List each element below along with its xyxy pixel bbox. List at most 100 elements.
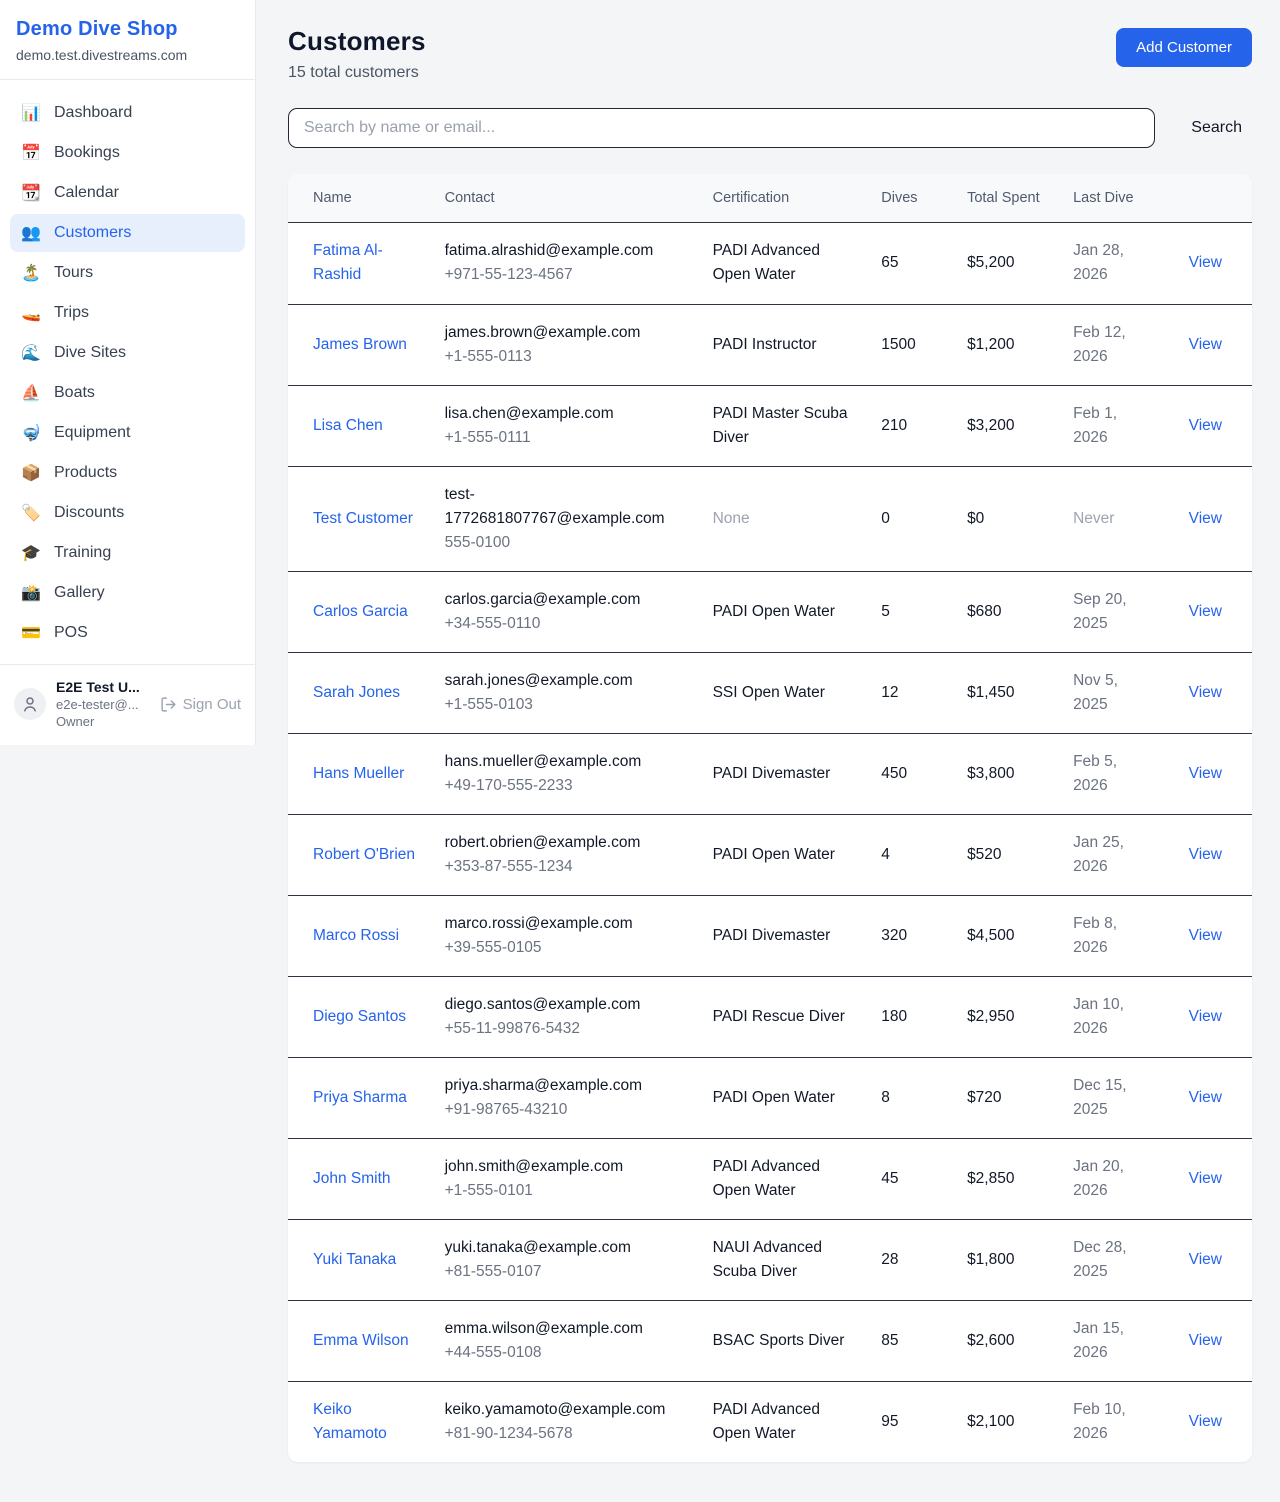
customer-email: test-1772681807767@example.com: [445, 483, 689, 531]
customer-name-link[interactable]: Keiko Yamamoto: [313, 1401, 387, 1442]
view-link[interactable]: View: [1189, 1413, 1222, 1430]
customer-certification: PADI Divemaster: [701, 733, 870, 814]
customer-name-link[interactable]: Robert O'Brien: [313, 846, 415, 863]
customer-name-link[interactable]: Marco Rossi: [313, 927, 399, 944]
customer-phone: +39-555-0105: [445, 936, 689, 960]
customer-name-link[interactable]: Emma Wilson: [313, 1332, 409, 1349]
customer-phone: +91-98765-43210: [445, 1098, 689, 1122]
customer-total-spent: $5,200: [955, 223, 1061, 304]
speedboat-icon: 🚤: [20, 303, 42, 323]
table-row: Fatima Al-Rashid fatima.alrashid@example…: [288, 223, 1252, 304]
sidebar-item-bookings[interactable]: 📅 Bookings: [10, 134, 245, 172]
diving-mask-icon: 🤿: [20, 423, 42, 443]
customer-email: sarah.jones@example.com: [445, 669, 689, 693]
customer-name-link[interactable]: John Smith: [313, 1170, 391, 1187]
sidebar-item-discounts[interactable]: 🏷️ Discounts: [10, 494, 245, 532]
add-customer-button[interactable]: Add Customer: [1116, 28, 1252, 67]
sidebar-item-dashboard[interactable]: 📊 Dashboard: [10, 94, 245, 132]
sidebar-item-training[interactable]: 🎓 Training: [10, 534, 245, 572]
sidebar-item-label: Trips: [54, 304, 89, 322]
search-input[interactable]: [288, 108, 1155, 148]
sidebar-item-label: Bookings: [54, 144, 120, 162]
customer-email: robert.obrien@example.com: [445, 831, 689, 855]
search-button[interactable]: Search: [1181, 111, 1252, 145]
customer-name-link[interactable]: Sarah Jones: [313, 684, 400, 701]
camera-icon: 📸: [20, 583, 42, 603]
sidebar-item-customers[interactable]: 👥 Customers: [10, 214, 245, 252]
sign-out-button[interactable]: Sign Out: [160, 696, 241, 713]
view-link[interactable]: View: [1189, 603, 1222, 620]
sailboat-icon: ⛵: [20, 383, 42, 403]
credit-card-icon: 💳: [20, 623, 42, 643]
customer-name-link[interactable]: James Brown: [313, 336, 407, 353]
sidebar-item-tours[interactable]: 🏝️ Tours: [10, 254, 245, 292]
customer-last-dive: Jan 28, 2026: [1061, 223, 1155, 304]
customer-total-spent: $720: [955, 1057, 1061, 1138]
view-link[interactable]: View: [1189, 1332, 1222, 1349]
people-icon: 👥: [20, 223, 42, 243]
customer-last-dive: Sep 20, 2025: [1061, 571, 1155, 652]
sidebar-item-calendar[interactable]: 📆 Calendar: [10, 174, 245, 212]
customer-total-spent: $2,600: [955, 1300, 1061, 1381]
customer-name-link[interactable]: Carlos Garcia: [313, 603, 408, 620]
view-link[interactable]: View: [1189, 765, 1222, 782]
customer-name-link[interactable]: Diego Santos: [313, 1008, 406, 1025]
sidebar-item-boats[interactable]: ⛵ Boats: [10, 374, 245, 412]
user-name: E2E Test U...: [56, 679, 160, 695]
customer-dives: 450: [869, 733, 955, 814]
customer-name-link[interactable]: Lisa Chen: [313, 417, 383, 434]
sidebar-item-gallery[interactable]: 📸 Gallery: [10, 574, 245, 612]
view-link[interactable]: View: [1189, 336, 1222, 353]
shop-domain: demo.test.divestreams.com: [16, 47, 239, 63]
customer-total-spent: $3,800: [955, 733, 1061, 814]
customer-name-link[interactable]: Priya Sharma: [313, 1089, 407, 1106]
customer-phone: +81-555-0107: [445, 1260, 689, 1284]
table-row: Lisa Chen lisa.chen@example.com +1-555-0…: [288, 385, 1252, 466]
customer-certification: SSI Open Water: [701, 652, 870, 733]
customer-dives: 0: [869, 466, 955, 571]
customer-last-dive: Jan 10, 2026: [1061, 976, 1155, 1057]
page-header: Customers 15 total customers Add Custome…: [288, 26, 1252, 82]
view-link[interactable]: View: [1189, 927, 1222, 944]
customer-phone: +44-555-0108: [445, 1341, 689, 1365]
customer-name-link[interactable]: Yuki Tanaka: [313, 1251, 396, 1268]
view-link[interactable]: View: [1189, 1089, 1222, 1106]
customer-dives: 1500: [869, 304, 955, 385]
customer-name-link[interactable]: Fatima Al-Rashid: [313, 242, 383, 283]
view-link[interactable]: View: [1189, 417, 1222, 434]
sidebar-item-label: Tours: [54, 264, 93, 282]
sidebar-item-dive-sites[interactable]: 🌊 Dive Sites: [10, 334, 245, 372]
page-title-block: Customers 15 total customers: [288, 26, 426, 82]
view-link[interactable]: View: [1189, 1008, 1222, 1025]
view-link[interactable]: View: [1189, 1170, 1222, 1187]
customer-name-link[interactable]: Test Customer: [313, 510, 413, 527]
sidebar-item-products[interactable]: 📦 Products: [10, 454, 245, 492]
sidebar-item-trips[interactable]: 🚤 Trips: [10, 294, 245, 332]
view-link[interactable]: View: [1189, 510, 1222, 527]
table-row: Carlos Garcia carlos.garcia@example.com …: [288, 571, 1252, 652]
view-link[interactable]: View: [1189, 254, 1222, 271]
wave-icon: 🌊: [20, 343, 42, 363]
table-header: NameContactCertificationDivesTotal Spent…: [288, 174, 1252, 223]
sign-out-label: Sign Out: [183, 696, 241, 713]
customer-dives: 45: [869, 1138, 955, 1219]
customer-phone: +971-55-123-4567: [445, 263, 689, 287]
customer-phone: 555-0100: [445, 531, 689, 555]
customer-certification: PADI Open Water: [701, 814, 870, 895]
customer-total-spent: $2,950: [955, 976, 1061, 1057]
customer-name-link[interactable]: Hans Mueller: [313, 765, 404, 782]
customer-last-dive: Jan 25, 2026: [1061, 814, 1155, 895]
column-header: Total Spent: [955, 174, 1061, 223]
customer-phone: +55-11-99876-5432: [445, 1017, 689, 1041]
customer-total-spent: $680: [955, 571, 1061, 652]
customers-table: NameContactCertificationDivesTotal Spent…: [288, 174, 1252, 1462]
sidebar-item-equipment[interactable]: 🤿 Equipment: [10, 414, 245, 452]
view-link[interactable]: View: [1189, 684, 1222, 701]
view-link[interactable]: View: [1189, 846, 1222, 863]
table-row: Keiko Yamamoto keiko.yamamoto@example.co…: [288, 1381, 1252, 1462]
sidebar-item-label: Discounts: [54, 504, 124, 522]
sidebar-user-footer: E2E Test U... e2e-tester@... Owner Sign …: [0, 664, 255, 745]
customer-certification: PADI Divemaster: [701, 895, 870, 976]
view-link[interactable]: View: [1189, 1251, 1222, 1268]
sidebar-item-pos[interactable]: 💳 POS: [10, 614, 245, 652]
